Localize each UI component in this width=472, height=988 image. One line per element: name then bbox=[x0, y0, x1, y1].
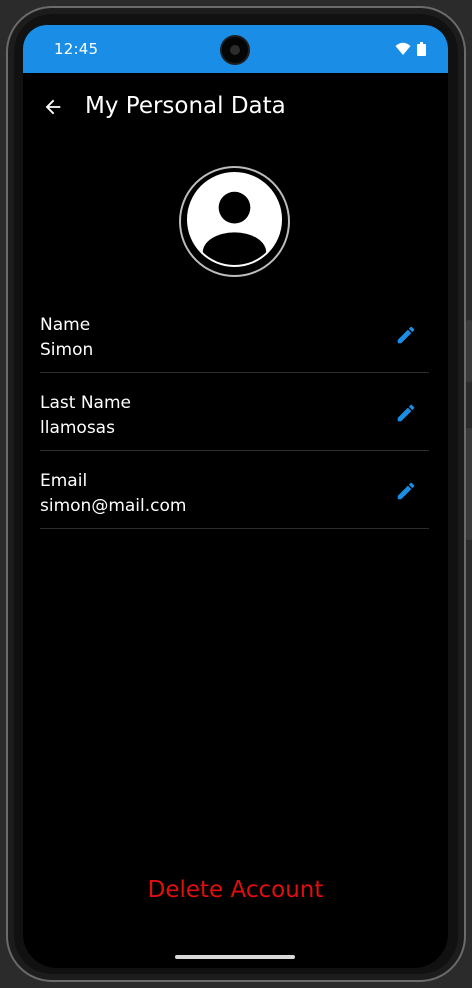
personal-data-list: Name Simon Last Name llamosas Email simo… bbox=[40, 295, 429, 529]
avatar[interactable] bbox=[179, 166, 290, 277]
back-button[interactable] bbox=[39, 95, 67, 123]
field-value: simon@mail.com bbox=[40, 496, 187, 516]
status-time: 12:45 bbox=[54, 40, 99, 58]
pencil-icon bbox=[395, 480, 417, 506]
power-button bbox=[466, 428, 472, 540]
field-label: Name bbox=[40, 315, 91, 335]
edit-email-button[interactable] bbox=[393, 480, 419, 506]
field-row-name: Name Simon bbox=[40, 295, 429, 373]
field-value: llamosas bbox=[40, 418, 115, 438]
app-bar: My Personal Data bbox=[23, 73, 448, 145]
field-row-last-name: Last Name llamosas bbox=[40, 373, 429, 451]
pencil-icon bbox=[395, 402, 417, 428]
edit-last-name-button[interactable] bbox=[393, 402, 419, 428]
front-camera bbox=[222, 37, 248, 63]
edit-name-button[interactable] bbox=[393, 324, 419, 350]
wifi-icon bbox=[395, 41, 411, 60]
status-icons bbox=[395, 41, 426, 60]
field-row-email: Email simon@mail.com bbox=[40, 451, 429, 529]
field-label: Email bbox=[40, 471, 88, 491]
arrow-left-icon bbox=[42, 96, 64, 122]
page-title: My Personal Data bbox=[85, 93, 286, 119]
status-bar: 12:45 bbox=[23, 25, 448, 73]
field-value: Simon bbox=[40, 340, 94, 360]
field-label: Last Name bbox=[40, 393, 131, 413]
delete-account-button[interactable]: Delete Account bbox=[23, 877, 448, 903]
battery-icon bbox=[417, 41, 426, 60]
volume-button bbox=[466, 320, 472, 382]
account-circle-icon bbox=[185, 170, 284, 273]
app-screen: 12:45 My Personal Data Name Simon Last N… bbox=[23, 25, 448, 968]
pencil-icon bbox=[395, 324, 417, 350]
home-indicator[interactable] bbox=[175, 955, 295, 959]
